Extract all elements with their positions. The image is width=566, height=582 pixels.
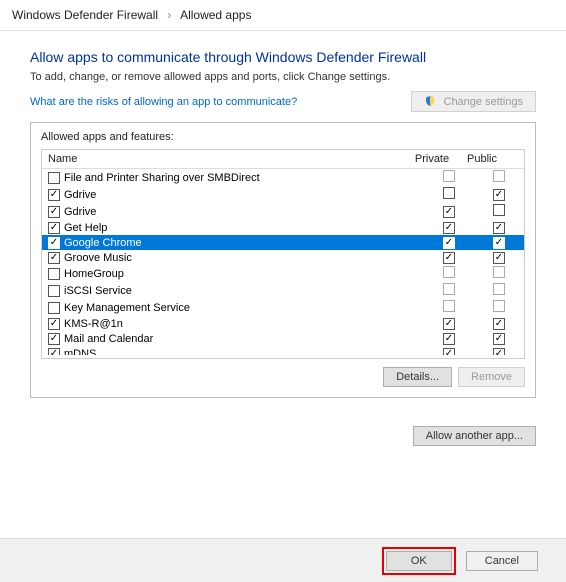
checkbox-icon[interactable]: ✓ (443, 237, 455, 249)
checkbox-icon[interactable] (48, 268, 60, 280)
app-name: Google Chrome (64, 237, 142, 249)
checkbox-icon[interactable]: ✓ (493, 252, 505, 264)
app-name: KMS-R@1n (64, 318, 123, 330)
page-title: Allow apps to communicate through Window… (30, 49, 536, 65)
checkbox-icon[interactable] (443, 266, 455, 278)
ok-button[interactable]: OK (386, 551, 452, 571)
checkbox-icon[interactable] (48, 302, 60, 314)
checkbox-icon[interactable]: ✓ (493, 237, 505, 249)
ok-highlight: OK (382, 547, 456, 575)
checkbox-icon[interactable] (443, 170, 455, 182)
checkbox-icon[interactable]: ✓ (48, 206, 60, 218)
app-name: Mail and Calendar (64, 333, 153, 345)
checkbox-icon[interactable]: ✓ (48, 333, 60, 345)
checkbox-icon[interactable] (493, 204, 505, 216)
checkbox-icon[interactable]: ✓ (443, 222, 455, 234)
checkbox-icon[interactable]: ✓ (443, 206, 455, 218)
checkbox-icon[interactable]: ✓ (493, 222, 505, 234)
list-header: Name Private Public (42, 150, 524, 169)
app-name: Gdrive (64, 189, 96, 201)
change-settings-button[interactable]: Change settings (411, 91, 536, 112)
app-name: mDNS (64, 348, 96, 356)
details-button[interactable]: Details... (383, 367, 452, 387)
allowed-apps-group: Allowed apps and features: Name Private … (30, 122, 536, 398)
checkbox-icon[interactable]: ✓ (48, 237, 60, 249)
group-label: Allowed apps and features: (41, 131, 525, 143)
table-row[interactable]: ✓ KMS-R@1n ✓ ✓ (42, 316, 524, 331)
checkbox-icon[interactable] (493, 266, 505, 278)
checkbox-icon[interactable]: ✓ (48, 252, 60, 264)
checkbox-icon[interactable]: ✓ (443, 318, 455, 330)
table-row[interactable]: ✓ mDNS ✓ ✓ (42, 346, 524, 355)
shield-icon (424, 95, 436, 107)
checkbox-icon[interactable]: ✓ (443, 252, 455, 264)
checkbox-icon[interactable] (443, 300, 455, 312)
checkbox-icon[interactable] (493, 300, 505, 312)
table-row[interactable]: iSCSI Service (42, 282, 524, 299)
checkbox-icon[interactable] (48, 172, 60, 184)
breadcrumb[interactable]: Windows Defender Firewall › Allowed apps (0, 0, 566, 31)
checkbox-icon[interactable]: ✓ (493, 348, 505, 355)
breadcrumb-current: Allowed apps (180, 8, 251, 22)
checkbox-icon[interactable]: ✓ (48, 222, 60, 234)
bottom-bar: OK Cancel (0, 538, 566, 582)
checkbox-icon[interactable] (493, 170, 505, 182)
table-row[interactable]: HomeGroup (42, 265, 524, 282)
checkbox-icon[interactable] (443, 187, 455, 199)
checkbox-icon[interactable] (493, 283, 505, 295)
table-row[interactable]: ✓ Get Help ✓ ✓ (42, 220, 524, 235)
checkbox-icon[interactable]: ✓ (48, 348, 60, 356)
breadcrumb-parent[interactable]: Windows Defender Firewall (12, 8, 158, 22)
table-row[interactable]: ✓ Google Chrome ✓ ✓ (42, 235, 524, 250)
risks-link[interactable]: What are the risks of allowing an app to… (30, 96, 297, 108)
remove-button[interactable]: Remove (458, 367, 525, 387)
page-subtext: To add, change, or remove allowed apps a… (30, 71, 536, 83)
checkbox-icon[interactable]: ✓ (443, 333, 455, 345)
allow-another-app-button[interactable]: Allow another app... (413, 426, 536, 446)
col-public-header[interactable]: Public (457, 153, 507, 165)
app-name: Groove Music (64, 252, 132, 264)
app-name: iSCSI Service (64, 285, 132, 297)
app-name: Key Management Service (64, 302, 190, 314)
checkbox-icon[interactable]: ✓ (493, 333, 505, 345)
app-name: File and Printer Sharing over SMBDirect (64, 172, 260, 184)
col-name-header[interactable]: Name (42, 153, 407, 165)
table-row[interactable]: File and Printer Sharing over SMBDirect (42, 169, 524, 186)
app-name: Get Help (64, 222, 107, 234)
table-row[interactable]: ✓ Gdrive ✓ (42, 203, 524, 220)
checkbox-icon[interactable]: ✓ (493, 318, 505, 330)
checkbox-icon[interactable] (48, 285, 60, 297)
app-name: HomeGroup (64, 268, 124, 280)
checkbox-icon[interactable]: ✓ (493, 189, 505, 201)
breadcrumb-separator: › (167, 8, 171, 22)
col-private-header[interactable]: Private (407, 153, 457, 165)
apps-list[interactable]: Name Private Public File and Printer Sha… (41, 149, 525, 359)
table-row[interactable]: ✓ Mail and Calendar ✓ ✓ (42, 331, 524, 346)
cancel-button[interactable]: Cancel (466, 551, 538, 571)
app-name: Gdrive (64, 206, 96, 218)
table-row[interactable]: ✓ Gdrive ✓ (42, 186, 524, 203)
table-row[interactable]: ✓ Groove Music ✓ ✓ (42, 250, 524, 265)
checkbox-icon[interactable] (443, 283, 455, 295)
checkbox-icon[interactable]: ✓ (443, 348, 455, 355)
checkbox-icon[interactable]: ✓ (48, 318, 60, 330)
table-row[interactable]: Key Management Service (42, 299, 524, 316)
checkbox-icon[interactable]: ✓ (48, 189, 60, 201)
